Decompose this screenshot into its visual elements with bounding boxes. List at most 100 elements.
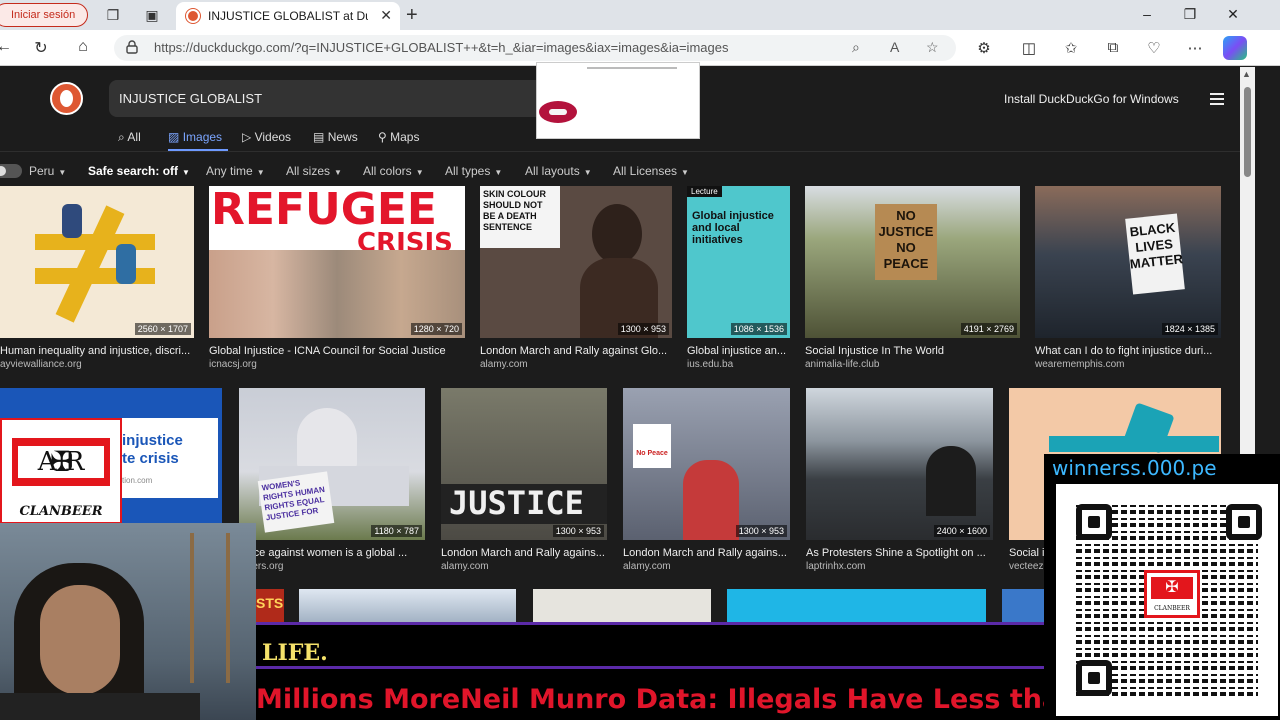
result-caption[interactable]: Human inequality and injustice, discri..… [0,345,190,357]
color-filter[interactable]: All colors ▼ [363,164,424,178]
result-thumbnail[interactable]: BLACK LIVES MATTER 1824 × 1385 [1035,186,1221,338]
tab-videos[interactable]: ▷ Videos [242,130,291,144]
image-result[interactable] [1002,589,1044,623]
split-screen-icon[interactable]: ◫ [1019,39,1039,57]
back-icon[interactable]: ← [0,38,14,56]
browser-essentials-icon[interactable]: ♡ [1144,39,1164,57]
result-thumbnail[interactable]: SKIN COLOUR SHOULD NOT BE A DEATH SENTEN… [480,186,672,338]
minimize-icon[interactable]: – [1137,6,1157,22]
person-face [40,585,120,695]
result-source[interactable]: ius.edu.ba [687,359,790,370]
workspaces-icon[interactable]: ❐ [104,6,122,24]
type-filter[interactable]: All types ▼ [445,164,502,178]
result-thumbnail[interactable]: No Peace 1300 × 953 [623,388,790,540]
collections-icon[interactable]: ⧉ [1103,39,1123,56]
result-source[interactable]: alamy.com [623,561,790,572]
result-thumbnail[interactable]: Lecture Global injustice and local initi… [687,186,790,338]
image-result[interactable]: No Peace 1300 × 953 London March and Ral… [623,388,790,578]
result-caption[interactable]: London March and Rally against Glo... [480,345,672,357]
copilot-icon[interactable] [1223,36,1247,60]
image-result[interactable]: REFUGEE CRISIS 1280 × 720 Global Injusti… [209,186,465,376]
close-window-icon[interactable]: ✕ [1223,6,1243,23]
extensions-icon[interactable]: ⚙ [974,39,994,57]
result-thumbnail[interactable]: JUSTICE 1300 × 953 [441,388,607,540]
image-result[interactable] [299,589,516,623]
tab-images[interactable]: ▨ Images [168,130,222,144]
lock-icon [126,40,138,54]
layout-filter[interactable]: All layouts ▼ [525,164,592,178]
install-link[interactable]: Install DuckDuckGo for Windows [1004,92,1179,106]
profile-button[interactable]: Iniciar sesión [0,3,88,27]
tab-all[interactable]: ⌕ All [118,130,141,145]
image-result[interactable]: WOMEN'S RIGHTS HUMAN RIGHTS EQUAL JUSTIC… [239,388,425,578]
result-source[interactable]: alamy.com [441,561,607,572]
maximize-icon[interactable]: ❐ [1180,6,1200,23]
result-source[interactable]: wearememphis.com [1035,359,1221,370]
result-thumbnail[interactable]: 2400 × 1600 [806,388,993,540]
scroll-thumb[interactable] [1244,87,1251,177]
result-thumbnail[interactable]: WOMEN'S RIGHTS HUMAN RIGHTS EQUAL JUSTIC… [239,388,425,540]
tab-duckduckgo[interactable]: INJUSTICE GLOBALIST at DuckDu ✕ [176,2,400,30]
person [683,460,739,540]
lips-image [539,101,577,123]
hamburger-menu-icon[interactable] [1210,93,1224,105]
result-thumbnail[interactable]: REFUGEE CRISIS 1280 × 720 [209,186,465,338]
home-icon[interactable]: ⌂ [73,38,93,56]
result-source[interactable]: animalia-life.club [805,359,1020,370]
image-result[interactable]: SKIN COLOUR SHOULD NOT BE A DEATH SENTEN… [480,186,672,376]
refresh-icon[interactable]: ↻ [31,38,51,58]
qr-finder [1076,660,1112,696]
image-result[interactable]: STS [254,589,284,623]
image-result[interactable] [533,589,711,623]
result-source[interactable]: laptrinhx.com [806,561,993,572]
image-icon: ▨ [168,130,180,144]
qr-finder [1076,504,1112,540]
image-result[interactable] [727,589,986,623]
time-filter[interactable]: Any time ▼ [206,164,265,178]
tab-maps[interactable]: ⚲ Maps [378,130,419,144]
result-caption[interactable]: What can I do to fight injustice duri... [1035,345,1221,357]
result-source[interactable]: elders.org [239,561,425,572]
popup-preview[interactable] [536,62,700,139]
duckduckgo-logo[interactable] [50,82,83,115]
result-thumbnail[interactable]: NO JUSTICE NO PEACE 4191 × 2769 [805,186,1020,338]
result-caption[interactable]: London March and Rally agains... [441,547,607,559]
result-source[interactable]: ayviewalliance.org [0,359,190,370]
result-caption[interactable]: Global Injustice - ICNA Council for Soci… [209,345,465,357]
result-source[interactable]: icnacsj.org [209,359,465,370]
region-filter[interactable]: Peru ▼ [29,164,66,178]
badge-banner: A R ✠ [12,438,110,486]
result-caption[interactable]: As Protesters Shine a Spotlight on ... [806,547,993,559]
result-caption[interactable]: London March and Rally agains... [623,547,790,559]
size-filter[interactable]: All sizes ▼ [286,164,342,178]
result-caption[interactable]: Global injustice an... [687,345,790,357]
more-menu-icon[interactable]: ⋯ [1185,39,1205,57]
iron-cross-icon: ✠ [1151,577,1193,599]
image-result[interactable]: BLACK LIVES MATTER 1824 × 1385 What can … [1035,186,1221,376]
safe-search-filter[interactable]: Safe search: off ▼ [88,164,190,178]
favorites-icon[interactable]: ✩ [1061,39,1081,57]
image-result[interactable]: NO JUSTICE NO PEACE 4191 × 2769 Social I… [805,186,1020,376]
image-result[interactable]: JUSTICE 1300 × 953 London March and Rall… [441,388,607,578]
image-result[interactable]: Lecture Global injustice and local initi… [687,186,790,376]
new-tab-icon[interactable]: + [406,4,418,27]
image-result[interactable]: 2400 × 1600 As Protesters Shine a Spotli… [806,388,993,578]
scroll-up-icon[interactable]: ▲ [1242,69,1251,79]
read-aloud-icon[interactable]: A [890,39,899,55]
close-tab-icon[interactable]: ✕ [380,7,392,24]
result-source[interactable]: alamy.com [480,359,672,370]
image-result[interactable]: 2560 × 1707 Human inequality and injusti… [0,186,194,376]
favorite-star-icon[interactable]: ☆ [926,39,939,56]
search-input[interactable]: INJUSTICE GLOBALIST [109,80,539,117]
result-caption[interactable]: lence against women is a global ... [239,547,425,559]
region-toggle[interactable] [0,164,22,178]
url-field[interactable]: https://duckduckgo.com/?q=INJUSTICE+GLOB… [114,35,956,61]
zoom-icon[interactable]: ⌕ [852,39,860,56]
dimensions-badge: 1300 × 953 [617,323,669,335]
tab-news[interactable]: ▤ News [313,130,358,144]
image-text: Global injustice and local initiatives [692,210,774,246]
result-thumbnail[interactable]: 2560 × 1707 [0,186,194,338]
result-caption[interactable]: Social Injustice In The World [805,345,1020,357]
tab-actions-icon[interactable]: ▣ [143,6,161,24]
license-filter[interactable]: All Licenses ▼ [613,164,689,178]
